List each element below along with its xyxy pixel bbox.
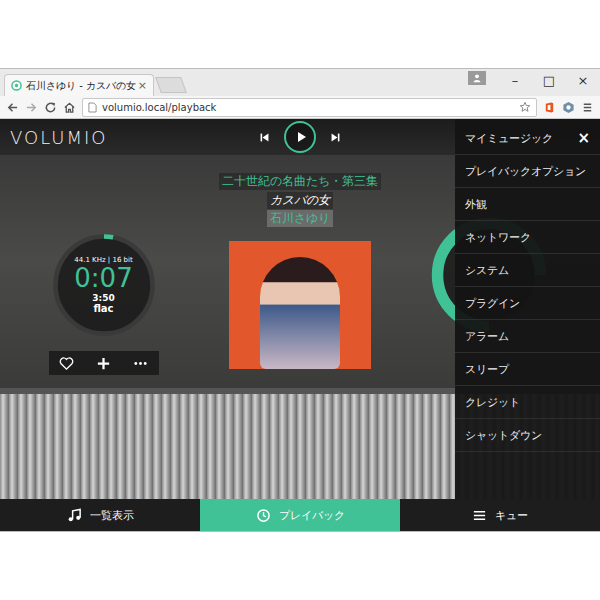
volumio-app: VOLUMIO 44.1 KHz | 16 bit0:073:50flac 二十世紀…: [0, 119, 600, 531]
play-icon: [294, 130, 308, 144]
menu-item-label: シャットダウン: [465, 428, 542, 443]
album-title[interactable]: 二十世紀の名曲たち・第三集: [219, 173, 381, 190]
menu-item[interactable]: スリープ: [455, 353, 600, 386]
audio-format: flac: [93, 303, 113, 314]
volumio-logo[interactable]: VOLUMIO: [0, 127, 195, 148]
menu-item[interactable]: 外観: [455, 188, 600, 221]
menu-item-label: 外観: [465, 197, 487, 212]
side-menu: マイミュージック × プレイバックオプション外観ネットワークシステムプラグインアラー…: [455, 119, 600, 499]
menu-item-label: システム: [465, 263, 509, 278]
window-control-button[interactable]: ×: [566, 69, 600, 88]
menu-item-label: プレイバックオプション: [465, 164, 586, 179]
plus-icon[interactable]: [96, 356, 111, 371]
menu-item[interactable]: プラグイン: [455, 287, 600, 320]
album-art: [229, 241, 371, 369]
bottom-tab[interactable]: 一覧表示: [0, 499, 200, 531]
transport-controls: [195, 121, 405, 153]
track-actions: [49, 351, 159, 375]
bottom-tab-label: プレイバック: [279, 508, 345, 523]
list-icon: [472, 508, 487, 523]
menu-item[interactable]: システム: [455, 254, 600, 287]
seek-knob[interactable]: 44.1 KHz | 16 bit0:073:50flac: [48, 229, 160, 341]
browser-tab[interactable]: 石川さゆり - カスバの女 ×: [4, 74, 154, 96]
window-control-button[interactable]: –: [498, 69, 532, 88]
previous-track-icon[interactable]: [259, 132, 270, 143]
bottom-tab[interactable]: キュー: [400, 499, 600, 531]
browser-menu-icon[interactable]: [581, 101, 594, 114]
menu-item-label: ネットワーク: [465, 230, 531, 245]
tab-close-button[interactable]: ×: [138, 79, 147, 92]
user-icon: [472, 73, 482, 83]
artist-name[interactable]: 石川さゆり: [267, 210, 333, 227]
extension-icon[interactable]: [562, 101, 575, 114]
new-tab-button[interactable]: [155, 77, 187, 93]
menu-item-label: スリープ: [465, 362, 509, 377]
office-extension-icon[interactable]: [543, 101, 556, 114]
menu-item-label: プラグイン: [465, 296, 520, 311]
menu-item[interactable]: シャットダウン: [455, 419, 600, 452]
profile-button[interactable]: [468, 71, 486, 85]
address-bar: volumio.local/playback: [0, 96, 600, 119]
play-button[interactable]: [284, 121, 316, 153]
back-arrow-icon[interactable]: [6, 101, 19, 114]
menu-close-button[interactable]: ×: [577, 129, 590, 147]
window-control-button[interactable]: □: [532, 69, 566, 88]
menu-item[interactable]: アラーム: [455, 320, 600, 353]
bottom-tab-label: キュー: [495, 508, 528, 523]
menu-item[interactable]: プレイバックオプション: [455, 155, 600, 188]
tab-title: 石川さゆり - カスバの女: [26, 79, 134, 93]
page-icon: [88, 102, 97, 113]
reload-icon[interactable]: [44, 101, 57, 114]
forward-arrow-icon[interactable]: [25, 101, 38, 114]
menu-item[interactable]: クレジット: [455, 386, 600, 419]
tab-bar: 石川さゆり - カスバの女×–□×: [0, 69, 600, 96]
audio-quality: 44.1 KHz | 16 bit: [74, 256, 132, 264]
menu-item-label: マイミュージック: [465, 131, 553, 146]
song-title: カスバの女: [267, 192, 333, 209]
url-field[interactable]: volumio.local/playback: [82, 98, 537, 117]
menu-item[interactable]: マイミュージック ×: [455, 122, 600, 155]
clock-icon: [256, 508, 271, 523]
bottom-navigation: 一覧表示 プレイバック キュー: [0, 499, 600, 531]
track-duration: 3:50: [92, 293, 114, 303]
elapsed-time: 0:07: [74, 264, 132, 294]
heart-icon[interactable]: [59, 356, 74, 371]
next-track-icon[interactable]: [330, 132, 341, 143]
menu-item-label: アラーム: [465, 329, 509, 344]
volumio-favicon-icon: [11, 80, 22, 91]
menu-item[interactable]: ネットワーク: [455, 221, 600, 254]
more-dots-icon[interactable]: [133, 356, 148, 371]
desktop-background: [0, 0, 600, 68]
menu-item-label: クレジット: [465, 395, 520, 410]
music-note-icon: [67, 508, 82, 523]
bottom-tab-label: 一覧表示: [90, 508, 134, 523]
bottom-tab[interactable]: プレイバック: [200, 499, 400, 531]
url-text: volumio.local/playback: [102, 102, 514, 113]
star-icon[interactable]: [519, 101, 531, 113]
browser-window: 石川さゆり - カスバの女×–□×volumio.local/playbackV…: [0, 68, 600, 532]
page: 石川さゆり - カスバの女×–□×volumio.local/playbackV…: [0, 0, 600, 600]
home-icon[interactable]: [63, 101, 76, 114]
